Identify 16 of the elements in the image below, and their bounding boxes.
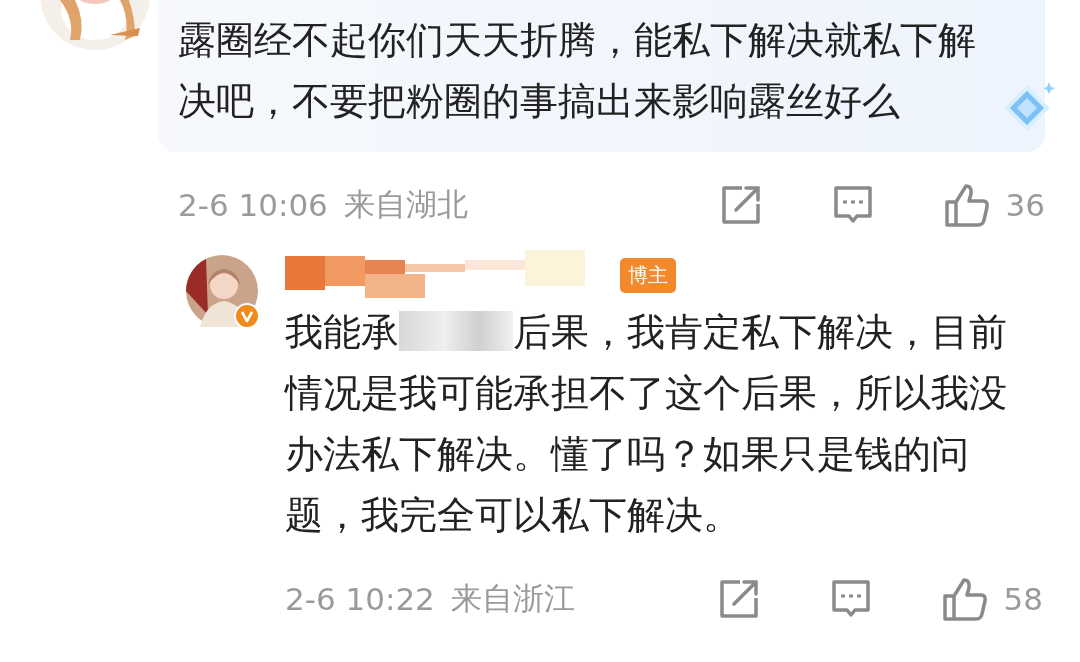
blogger-badge: 博主 — [620, 257, 676, 293]
comment-time: 2-6 10:06 — [178, 187, 328, 223]
comment-text: 露圈经不起你们天天折腾，能私下解决就私下解决吧，不要把粉圈的事搞出来影响露丝好么 — [178, 17, 977, 125]
like-count: 58 — [1003, 581, 1043, 617]
comment-time: 2-6 10:22 — [285, 581, 435, 617]
thumbs-up-icon[interactable] — [943, 182, 990, 228]
comment-location: 来自浙江 — [450, 579, 575, 618]
thumbs-up-icon[interactable] — [941, 576, 988, 622]
comment-icon[interactable] — [829, 578, 872, 620]
avatar[interactable] — [186, 255, 258, 327]
share-icon[interactable] — [717, 578, 760, 620]
share-icon[interactable] — [719, 184, 762, 226]
comment-icon[interactable] — [831, 184, 874, 226]
comment-location: 来自湖北 — [343, 185, 468, 224]
comment-text: 我能承 后果，我肯定私下解决，目前情况是我可能承担不了这个后果，所以我没办法私下解决。懂了吗？如果只是钱的问题，我完全可以私下解决。 — [285, 309, 1008, 539]
like-count: 36 — [1005, 187, 1045, 223]
